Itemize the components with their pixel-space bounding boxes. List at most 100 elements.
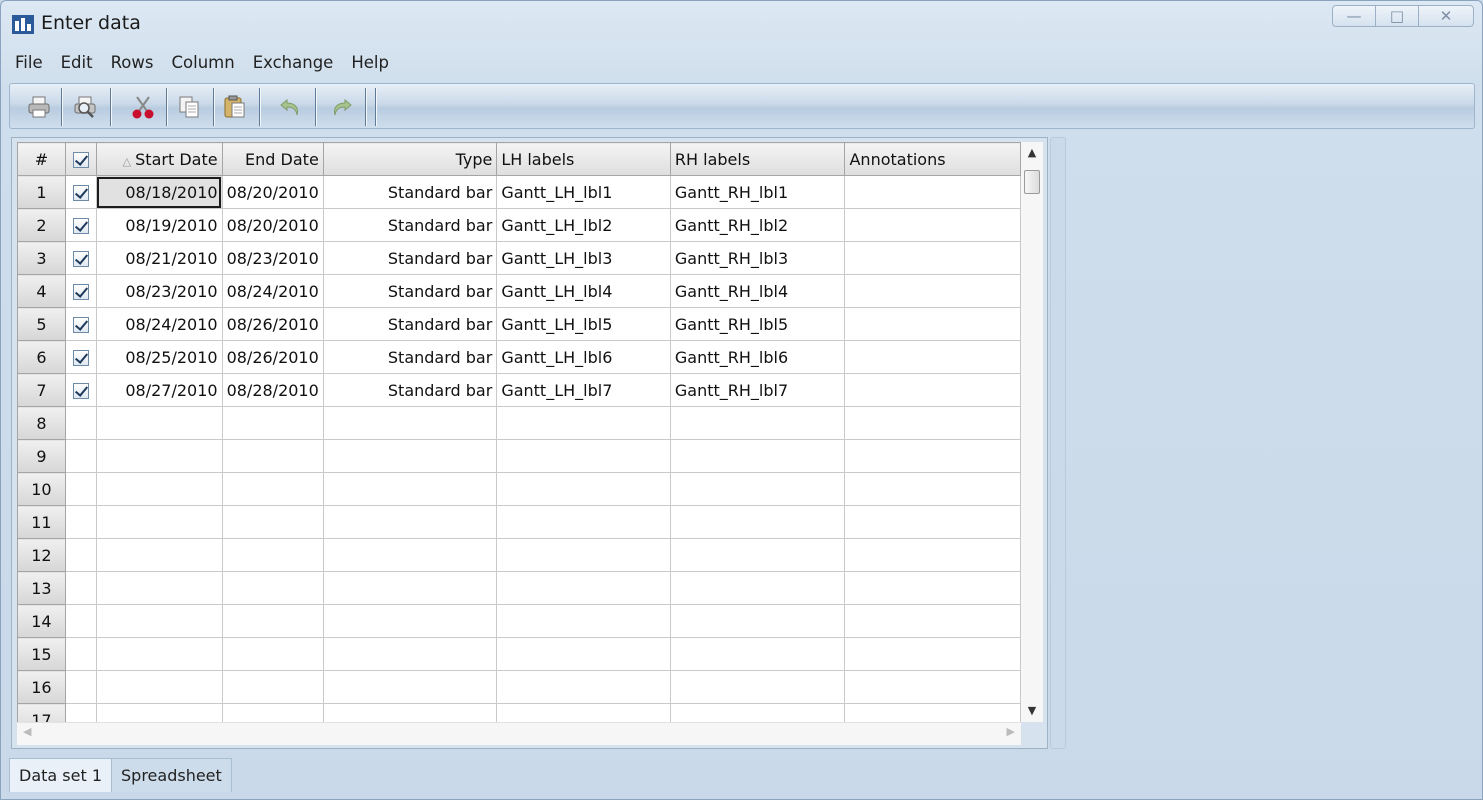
cell-start-date[interactable] bbox=[95, 505, 223, 539]
cell-start-date[interactable] bbox=[95, 670, 223, 704]
cell-lh-label[interactable] bbox=[496, 505, 671, 539]
select-all-checkbox[interactable] bbox=[72, 152, 89, 168]
side-panel-handle[interactable] bbox=[1050, 137, 1066, 749]
print-button[interactable] bbox=[22, 90, 56, 124]
header-start-date[interactable]: △ Start Date bbox=[95, 142, 223, 176]
cell-lh-label[interactable]: Gantt_LH_lbl2 bbox=[496, 208, 671, 242]
menu-exchange[interactable]: Exchange bbox=[244, 48, 343, 78]
row-number[interactable]: 11 bbox=[17, 505, 66, 539]
cell-end-date[interactable]: 08/28/2010 bbox=[221, 373, 324, 407]
cell-annotation[interactable] bbox=[844, 307, 1021, 341]
row-checkbox-cell[interactable] bbox=[64, 175, 97, 209]
cell-end-date[interactable] bbox=[221, 472, 324, 506]
row-number[interactable]: 10 bbox=[17, 472, 66, 506]
cell-start-date[interactable]: 08/27/2010 bbox=[95, 373, 223, 407]
cell-annotation[interactable] bbox=[844, 208, 1021, 242]
cell-annotation[interactable] bbox=[844, 340, 1021, 374]
menu-edit[interactable]: Edit bbox=[52, 48, 102, 78]
cell-annotation[interactable] bbox=[844, 604, 1021, 638]
table-row[interactable]: 7 08/27/2010 08/28/2010 Standard bar Gantt_L… bbox=[17, 373, 1021, 407]
tab-data-set-1[interactable]: Data set 1 bbox=[9, 758, 113, 792]
cell-rh-label[interactable]: Gantt_RH_lbl5 bbox=[669, 307, 846, 341]
cell-lh-label[interactable] bbox=[496, 538, 671, 572]
cell-start-date[interactable] bbox=[95, 604, 223, 638]
cell-rh-label[interactable]: Gantt_RH_lbl4 bbox=[669, 274, 846, 308]
header-rh-labels[interactable]: RH labels bbox=[669, 142, 846, 176]
cell-annotation[interactable] bbox=[844, 241, 1021, 275]
row-checkbox-cell[interactable] bbox=[64, 208, 97, 242]
cell-lh-label[interactable] bbox=[496, 637, 671, 671]
horizontal-scrollbar[interactable]: ◀ ▶ bbox=[17, 722, 1021, 745]
row-checkbox-cell[interactable] bbox=[64, 373, 97, 407]
table-row[interactable]: 17 bbox=[17, 703, 1021, 722]
cell-rh-label[interactable]: Gantt_RH_lbl2 bbox=[669, 208, 846, 242]
copy-button[interactable] bbox=[172, 90, 206, 124]
cell-rh-label[interactable] bbox=[669, 637, 846, 671]
table-row[interactable]: 11 bbox=[17, 505, 1021, 539]
cell-type[interactable] bbox=[322, 604, 498, 638]
paste-button[interactable] bbox=[218, 90, 252, 124]
title-bar[interactable]: Enter data — □ ✕ bbox=[1, 1, 1482, 47]
table-row[interactable]: 14 bbox=[17, 604, 1021, 638]
cell-end-date[interactable]: 08/24/2010 bbox=[221, 274, 324, 308]
table-row[interactable]: 13 bbox=[17, 571, 1021, 605]
row-checkbox[interactable] bbox=[72, 350, 89, 366]
row-number[interactable]: 13 bbox=[17, 571, 66, 605]
cell-annotation[interactable] bbox=[844, 274, 1021, 308]
cell-end-date[interactable] bbox=[221, 406, 324, 440]
header-row-number[interactable]: # bbox=[17, 142, 66, 176]
row-checkbox-cell[interactable] bbox=[64, 406, 97, 440]
scroll-left-arrow-icon[interactable]: ◀ bbox=[23, 725, 31, 738]
cell-start-date[interactable]: 08/25/2010 bbox=[95, 340, 223, 374]
row-checkbox-cell[interactable] bbox=[64, 637, 97, 671]
row-number[interactable]: 8 bbox=[17, 406, 66, 440]
cell-type[interactable] bbox=[322, 637, 498, 671]
table-row[interactable]: 8 bbox=[17, 406, 1021, 440]
cell-end-date[interactable] bbox=[221, 670, 324, 704]
header-annotations[interactable]: Annotations bbox=[844, 142, 1021, 176]
row-checkbox-cell[interactable] bbox=[64, 307, 97, 341]
cell-start-date[interactable] bbox=[95, 406, 223, 440]
cell-type[interactable]: Standard bar bbox=[322, 340, 498, 374]
cell-start-date[interactable] bbox=[95, 571, 223, 605]
minimize-button[interactable]: — bbox=[1332, 5, 1376, 27]
cell-lh-label[interactable] bbox=[496, 439, 671, 473]
row-number[interactable]: 16 bbox=[17, 670, 66, 704]
row-number[interactable]: 15 bbox=[17, 637, 66, 671]
cell-type[interactable] bbox=[322, 505, 498, 539]
cell-start-date[interactable]: 08/23/2010 bbox=[95, 274, 223, 308]
cell-end-date[interactable]: 08/20/2010 bbox=[221, 175, 324, 209]
maximize-button[interactable]: □ bbox=[1375, 5, 1419, 27]
row-checkbox-cell[interactable] bbox=[64, 439, 97, 473]
cell-lh-label[interactable]: Gantt_LH_lbl1 bbox=[496, 175, 671, 209]
cell-start-date[interactable] bbox=[95, 637, 223, 671]
cell-lh-label[interactable]: Gantt_LH_lbl7 bbox=[496, 373, 671, 407]
cell-type[interactable] bbox=[322, 472, 498, 506]
cell-annotation[interactable] bbox=[844, 439, 1021, 473]
cell-end-date[interactable]: 08/20/2010 bbox=[221, 208, 324, 242]
menu-column[interactable]: Column bbox=[163, 48, 244, 78]
header-lh-labels[interactable]: LH labels bbox=[496, 142, 671, 176]
scroll-thumb[interactable] bbox=[1024, 170, 1040, 194]
cell-lh-label[interactable] bbox=[496, 472, 671, 506]
cell-type[interactable]: Standard bar bbox=[322, 208, 498, 242]
cut-button[interactable] bbox=[126, 90, 160, 124]
cell-end-date[interactable] bbox=[221, 604, 324, 638]
row-checkbox[interactable] bbox=[72, 185, 89, 201]
cell-lh-label[interactable] bbox=[496, 703, 671, 722]
cell-rh-label[interactable] bbox=[669, 604, 846, 638]
cell-type[interactable]: Standard bar bbox=[322, 241, 498, 275]
cell-rh-label[interactable]: Gantt_RH_lbl1 bbox=[669, 175, 846, 209]
cell-rh-label[interactable] bbox=[669, 505, 846, 539]
cell-lh-label[interactable] bbox=[496, 670, 671, 704]
print-preview-button[interactable] bbox=[68, 90, 102, 124]
redo-button[interactable] bbox=[324, 90, 358, 124]
row-number[interactable]: 3 bbox=[17, 241, 66, 275]
cell-rh-label[interactable] bbox=[669, 538, 846, 572]
header-type[interactable]: Type bbox=[322, 142, 498, 176]
cell-end-date[interactable] bbox=[221, 505, 324, 539]
row-number[interactable]: 14 bbox=[17, 604, 66, 638]
cell-start-date[interactable] bbox=[95, 439, 223, 473]
cell-start-date[interactable] bbox=[95, 703, 223, 722]
cell-type[interactable]: Standard bar bbox=[322, 175, 498, 209]
